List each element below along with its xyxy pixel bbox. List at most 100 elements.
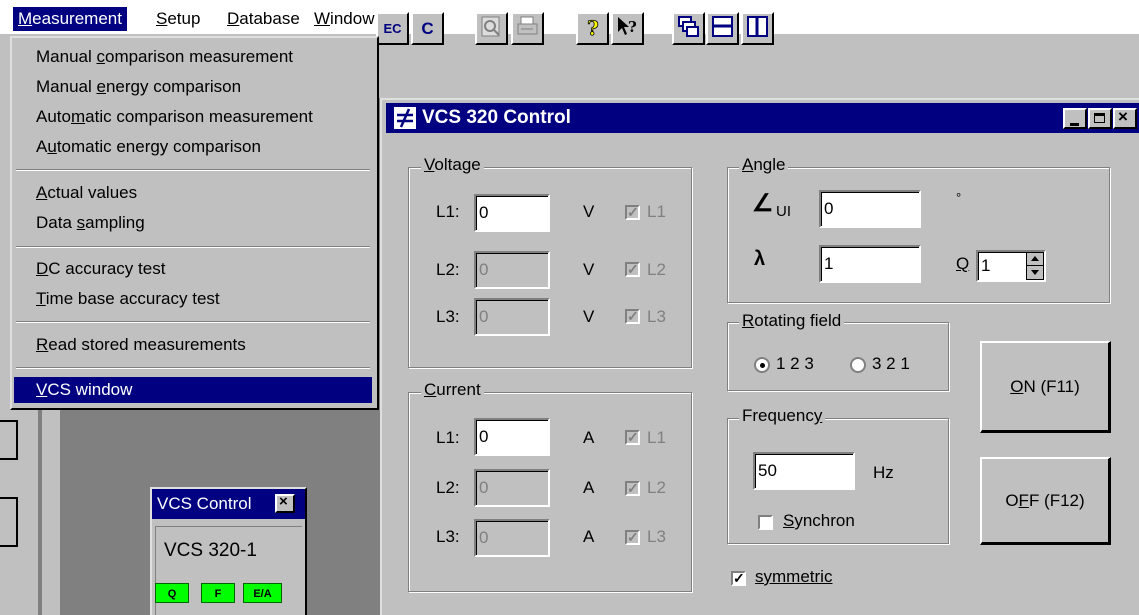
current-l1-checkbox[interactable]: ✓ (625, 430, 640, 445)
phase-angle-subscript: UI (776, 203, 791, 220)
indicator-ea: E/A (243, 583, 282, 603)
rotating-123-radio[interactable] (754, 357, 770, 373)
q-label: Q (956, 254, 970, 273)
current-l1-unit: A (583, 428, 595, 447)
menu-item-dc-accuracy[interactable]: DC accuracy test (14, 256, 372, 282)
maximize-icon[interactable] (1088, 108, 1112, 129)
on-button-label: ON (F11) (1010, 377, 1080, 396)
toolbar-ec-button[interactable]: EC (376, 12, 409, 45)
left-panel-handle[interactable] (0, 420, 18, 460)
menu-item-time-base-accuracy[interactable]: Time base accuracy test (14, 286, 372, 312)
current-l2-checkbox[interactable]: ✓ (625, 481, 640, 496)
current-l2-label: L2: (436, 478, 460, 497)
voltage-l1-check-label: L1 (647, 202, 666, 221)
lambda-symbol: λ (754, 248, 766, 270)
on-button[interactable]: ON (F11) (980, 341, 1111, 433)
current-l3-label: L3: (436, 527, 460, 546)
indicator-q: Q (155, 583, 189, 603)
voltage-group-label: Voltage (421, 155, 484, 175)
menu-window[interactable]: Window (314, 7, 374, 31)
tile-vertical-icon[interactable] (741, 12, 774, 45)
symmetric-label: symmetric (755, 567, 833, 586)
toolbar-c-button[interactable]: C (411, 12, 444, 45)
voltage-l2-check-label: L2 (647, 260, 666, 279)
menu-item-vcs-window[interactable]: VCS window (14, 377, 372, 403)
indicator-f: F (201, 583, 235, 603)
voltage-l2-unit: V (583, 260, 595, 279)
current-l2-input[interactable]: 0 (474, 469, 550, 507)
left-panel-handle-2[interactable] (0, 497, 18, 547)
current-l3-check-label: L3 (647, 527, 666, 546)
tile-horizontal-icon[interactable] (706, 12, 739, 45)
voltage-l3-checkbox[interactable]: ✓ (625, 309, 640, 324)
voltage-l1-checkbox[interactable]: ✓ (625, 205, 640, 220)
rotating-field-label: Rotating field (739, 311, 845, 331)
synchron-checkbox[interactable] (758, 515, 773, 530)
symmetric-checkbox[interactable]: ✓ (731, 571, 746, 586)
frequency-label: Frequency (739, 406, 826, 426)
voltage-l1-input[interactable]: 0 (474, 194, 550, 232)
rotating-321-radio[interactable] (850, 357, 866, 373)
off-button[interactable]: OFF (F12) (980, 457, 1111, 545)
app-icon (394, 107, 416, 129)
menu-setup[interactable]: Setup (156, 7, 200, 31)
close-icon[interactable]: × (1113, 107, 1137, 129)
vcs-control-title: VCS Control (157, 494, 252, 513)
current-l3-checkbox[interactable]: ✓ (625, 530, 640, 545)
menu-separator (16, 169, 370, 171)
current-l1-input[interactable]: 0 (474, 418, 550, 456)
current-l1-label: L1: (436, 428, 460, 447)
vcs-control-close-icon[interactable]: × (275, 493, 295, 513)
current-l3-unit: A (583, 527, 595, 546)
voltage-l3-label: L3: (436, 307, 460, 326)
frequency-input[interactable]: 50 (753, 452, 855, 490)
menu-item-automatic-comparison[interactable]: Automatic comparison measurement (14, 104, 372, 130)
menu-database[interactable]: Database (227, 7, 300, 31)
q-spin-button[interactable] (1026, 252, 1044, 280)
voltage-l3-input[interactable]: 0 (474, 298, 550, 336)
help-icon[interactable]: ? (576, 12, 609, 45)
phase-angle-unit: ° (956, 190, 962, 205)
current-l1-check-label: L1 (647, 428, 666, 447)
voltage-l2-input[interactable]: 0 (474, 251, 550, 289)
voltage-l1-unit: V (583, 202, 595, 221)
voltage-l2-checkbox[interactable]: ✓ (625, 262, 640, 277)
current-group-label: Current (421, 380, 484, 400)
vcs320-title: VCS 320 Control (422, 107, 571, 128)
voltage-l3-unit: V (583, 307, 595, 326)
menu-item-manual-energy[interactable]: Manual energy comparison (14, 74, 372, 100)
vcs320-title-bar[interactable]: VCS 320 Control (386, 103, 1139, 133)
lambda-input[interactable]: 1 (819, 245, 921, 283)
voltage-l2-label: L2: (436, 260, 460, 279)
angle-group-label: Angle (739, 155, 789, 175)
menu-measurement[interactable]: Measurement (13, 7, 127, 31)
phase-angle-symbol: ∠ (752, 190, 774, 217)
rotating-123-label: 1 2 3 (776, 354, 814, 373)
voltage-l1-label: L1: (436, 202, 460, 221)
cascade-windows-icon[interactable] (672, 12, 705, 45)
vcs-device-name: VCS 320-1 (164, 540, 257, 561)
menu-item-data-sampling[interactable]: Data sampling (14, 210, 372, 236)
current-l3-input[interactable]: 0 (474, 519, 550, 557)
context-help-icon[interactable]: ? (611, 12, 644, 45)
voltage-l3-check-label: L3 (647, 307, 666, 326)
menu-separator (16, 246, 370, 248)
svg-text:?: ? (587, 16, 599, 39)
frequency-unit: Hz (873, 463, 894, 482)
print-icon[interactable] (511, 12, 544, 45)
menu-item-manual-comparison[interactable]: Manual comparison measurement (14, 44, 372, 70)
svg-text:?: ? (628, 18, 637, 36)
phase-angle-input[interactable]: 0 (819, 190, 921, 228)
menu-item-automatic-energy[interactable]: Automatic energy comparison (14, 134, 372, 160)
off-button-label: OFF (F12) (1005, 491, 1085, 510)
menu-separator (16, 367, 370, 369)
current-l2-unit: A (583, 478, 595, 497)
menu-item-read-stored[interactable]: Read stored measurements (14, 332, 372, 358)
synchron-label: Synchron (783, 511, 855, 530)
menu-item-actual-values[interactable]: Actual values (14, 180, 372, 206)
menu-separator (16, 321, 370, 323)
current-l2-check-label: L2 (647, 478, 666, 497)
rotating-321-label: 3 2 1 (872, 354, 910, 373)
preview-icon[interactable] (475, 12, 508, 45)
minimize-icon[interactable] (1063, 108, 1087, 129)
